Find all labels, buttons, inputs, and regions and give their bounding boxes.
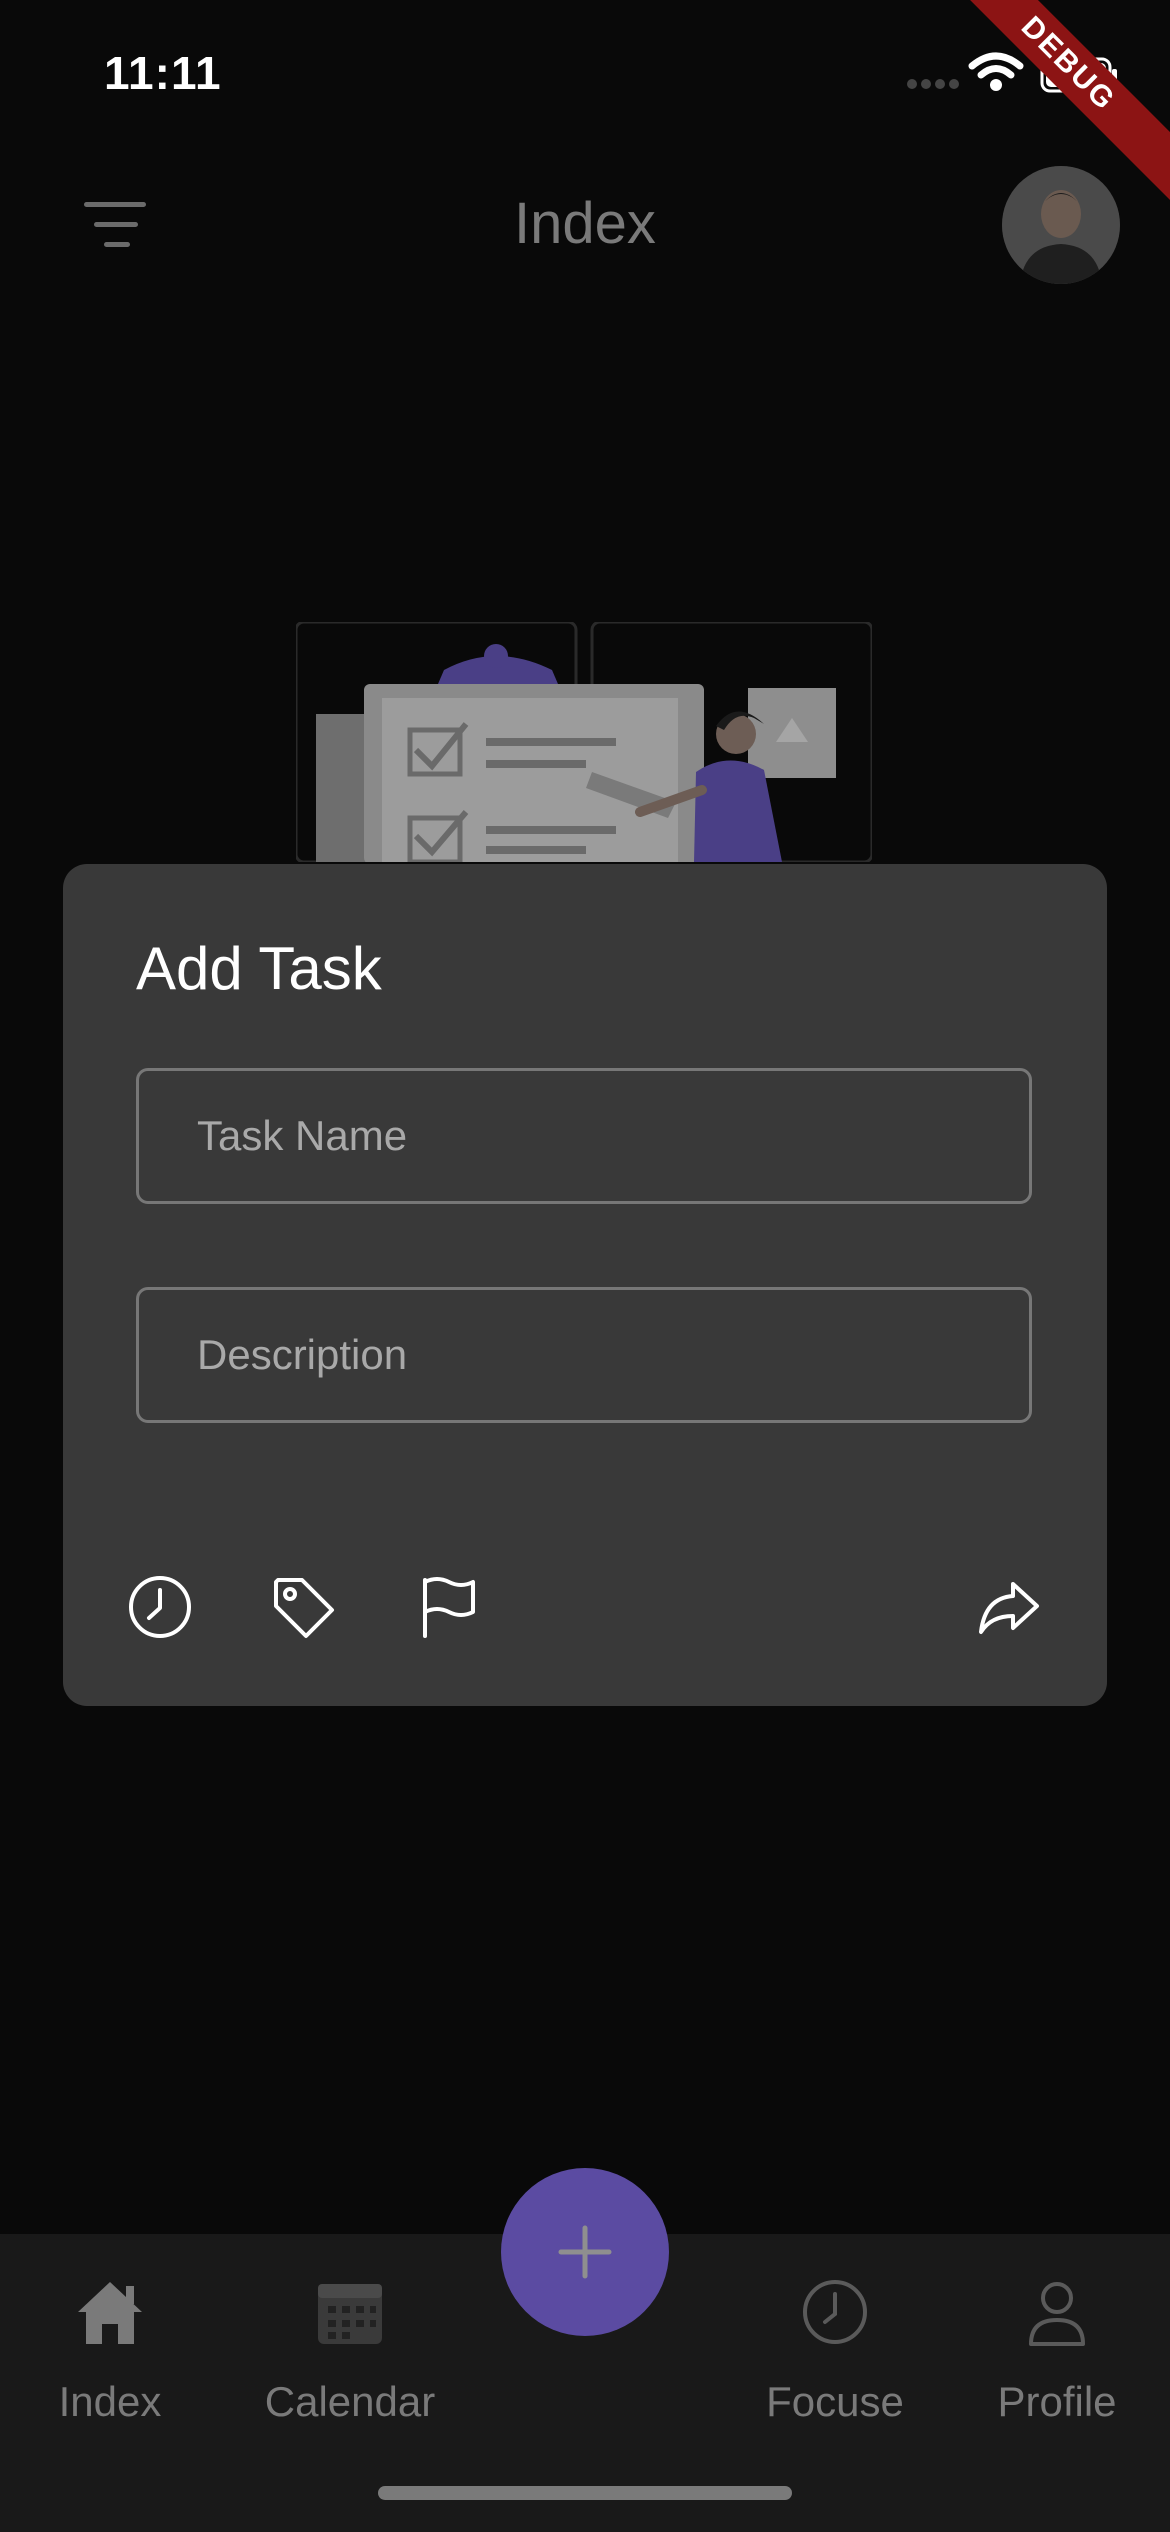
wifi-icon bbox=[968, 52, 1024, 91]
add-task-dialog: Add Task bbox=[63, 864, 1107, 1706]
calendar-icon bbox=[318, 2284, 382, 2344]
home-icon bbox=[78, 2282, 142, 2344]
clock-icon bbox=[803, 2280, 867, 2344]
description-input[interactable] bbox=[136, 1287, 1032, 1423]
send-icon[interactable] bbox=[971, 1570, 1045, 1644]
cellular-signal-icon bbox=[907, 79, 959, 89]
empty-state-illustration bbox=[296, 622, 872, 862]
flag-icon[interactable] bbox=[411, 1570, 485, 1644]
clock-icon[interactable] bbox=[123, 1570, 197, 1644]
user-icon bbox=[1029, 2282, 1085, 2346]
nav-label: Profile bbox=[997, 2378, 1117, 2425]
dialog-title: Add Task bbox=[136, 935, 382, 1002]
add-task-fab[interactable] bbox=[501, 2168, 669, 2336]
nav-label: Focuse bbox=[766, 2378, 904, 2425]
plus-icon bbox=[558, 2225, 612, 2279]
avatar[interactable] bbox=[1002, 166, 1120, 284]
home-indicator[interactable] bbox=[378, 2486, 792, 2500]
nav-label: Calendar bbox=[264, 2378, 436, 2425]
tag-icon[interactable] bbox=[266, 1570, 340, 1644]
app-bar: Index bbox=[0, 150, 1170, 300]
task-name-input[interactable] bbox=[136, 1068, 1032, 1204]
status-bar: 11:11 DEBUG bbox=[0, 0, 1170, 209]
page-title: Index bbox=[514, 191, 656, 256]
status-time: 11:11 bbox=[104, 47, 222, 99]
avatar-photo bbox=[1002, 166, 1120, 284]
nav-label: Index bbox=[58, 2378, 162, 2425]
